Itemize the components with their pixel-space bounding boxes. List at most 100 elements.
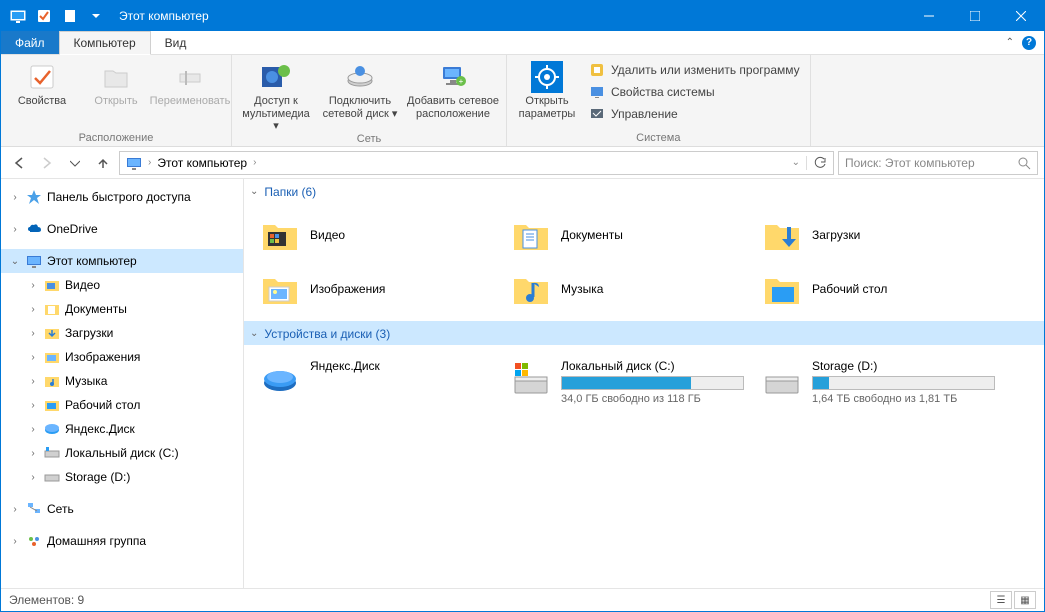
tree-quick-access[interactable]: ›Панель быстрого доступа (1, 185, 243, 209)
music-folder-icon (511, 269, 551, 309)
address-dropdown-icon[interactable]: ⌄ (786, 157, 806, 168)
tab-view[interactable]: Вид (151, 31, 202, 54)
group-header-drives[interactable]: ⌄Устройства и диски (3) (244, 321, 1044, 345)
uninstall-icon (589, 62, 605, 78)
yadisk-icon (43, 420, 61, 438)
tree-onedrive[interactable]: ›OneDrive (1, 217, 243, 241)
maximize-button[interactable] (952, 1, 998, 31)
titlebar: Этот компьютер (1, 1, 1044, 31)
folder-video[interactable]: Видео (254, 211, 499, 259)
address-crumb[interactable]: Этот компьютер (151, 156, 253, 170)
window-title: Этот компьютер (113, 9, 209, 23)
star-icon (25, 188, 43, 206)
media-icon (260, 61, 292, 93)
nav-recent-button[interactable] (63, 151, 87, 175)
content-pane: ⌄Папки (6) Видео Документы Загрузки Изоб… (244, 179, 1044, 588)
network-icon (25, 500, 43, 518)
media-access-button[interactable]: Доступ к мультимедиа ▾ (238, 57, 314, 133)
folder-documents[interactable]: Документы (505, 211, 750, 259)
manage-button[interactable]: Управление (585, 103, 804, 125)
add-network-button[interactable]: + Добавить сетевое расположение (406, 57, 500, 120)
nav-forward-button (35, 151, 59, 175)
drive-d-icon (762, 359, 802, 399)
uninstall-button[interactable]: Удалить или изменить программу (585, 59, 804, 81)
folder-pictures[interactable]: Изображения (254, 265, 499, 313)
tree-desktop[interactable]: ›Рабочий стол (1, 393, 243, 417)
address-row: › Этот компьютер › ⌄ Поиск: Этот компьют… (1, 147, 1044, 179)
pictures-folder-icon (43, 348, 61, 366)
documents-folder-icon (43, 300, 61, 318)
tree-downloads[interactable]: ›Загрузки (1, 321, 243, 345)
drive-yadisk[interactable]: Яндекс.Диск (254, 353, 499, 411)
downloads-folder-icon (43, 324, 61, 342)
open-settings-button[interactable]: Открыть параметры (513, 57, 581, 120)
downloads-folder-icon (762, 215, 802, 255)
group-network-label: Сеть (238, 133, 500, 147)
minimize-button[interactable] (906, 1, 952, 31)
status-item-count: Элементов: 9 (9, 593, 84, 607)
status-bar: Элементов: 9 ☰ ▦ (1, 588, 1044, 611)
uninstall-label: Удалить или изменить программу (611, 63, 800, 77)
tree-drive-c[interactable]: ›Локальный диск (C:) (1, 441, 243, 465)
pictures-folder-icon (260, 269, 300, 309)
file-menu[interactable]: Файл (1, 31, 59, 54)
video-folder-icon (260, 215, 300, 255)
tree-this-pc[interactable]: ⌄Этот компьютер (1, 249, 243, 273)
tab-computer[interactable]: Компьютер (59, 31, 151, 55)
view-details-button[interactable]: ☰ (990, 591, 1012, 609)
address-bar[interactable]: › Этот компьютер › ⌄ (119, 151, 834, 175)
tree-drive-d[interactable]: ›Storage (D:) (1, 465, 243, 489)
help-icon[interactable]: ? (1022, 36, 1036, 50)
add-network-label: Добавить сетевое расположение (406, 95, 500, 120)
sys-props-button[interactable]: Свойства системы (585, 81, 804, 103)
folder-desktop[interactable]: Рабочий стол (756, 265, 1001, 313)
map-drive-button[interactable]: Подключить сетевой диск ▾ (318, 57, 402, 120)
tree-network[interactable]: ›Сеть (1, 497, 243, 521)
ribbon: Свойства Открыть Переименовать Расположе… (1, 55, 1044, 147)
tree-documents[interactable]: ›Документы (1, 297, 243, 321)
open-label: Открыть (94, 95, 137, 108)
nav-up-button[interactable] (91, 151, 115, 175)
drive-icon (43, 444, 61, 462)
qat-new-icon[interactable] (59, 5, 81, 27)
menubar: Файл Компьютер Вид ⌃ ? (1, 31, 1044, 55)
properties-button[interactable]: Свойства (7, 57, 77, 108)
tree-pictures[interactable]: ›Изображения (1, 345, 243, 369)
group-header-folders[interactable]: ⌄Папки (6) (244, 179, 1044, 203)
sys-props-label: Свойства системы (611, 85, 715, 99)
navigation-tree: ›Панель быстрого доступа ›OneDrive ⌄Этот… (1, 179, 244, 588)
add-network-icon: + (437, 61, 469, 93)
drive-c-usage-bar (561, 376, 744, 390)
open-icon (100, 61, 132, 93)
ribbon-collapse-icon[interactable]: ⌃ (1006, 37, 1014, 48)
folder-downloads[interactable]: Загрузки (756, 211, 1001, 259)
close-button[interactable] (998, 1, 1044, 31)
drive-d[interactable]: Storage (D:) 1,64 ТБ свободно из 1,81 ТБ (756, 353, 1001, 411)
qat-properties-icon[interactable] (33, 5, 55, 27)
video-folder-icon (43, 276, 61, 294)
app-icon (7, 5, 29, 27)
drive-c[interactable]: Локальный диск (C:) 34,0 ГБ свободно из … (505, 353, 750, 411)
group-location-label: Расположение (7, 132, 225, 146)
tree-music[interactable]: ›Музыка (1, 369, 243, 393)
yadisk-icon (260, 359, 300, 399)
view-tiles-button[interactable]: ▦ (1014, 591, 1036, 609)
music-folder-icon (43, 372, 61, 390)
media-label: Доступ к мультимедиа ▾ (238, 95, 314, 133)
homegroup-icon (25, 532, 43, 550)
tree-video[interactable]: ›Видео (1, 273, 243, 297)
settings-label: Открыть параметры (513, 95, 581, 120)
qat-dropdown-icon[interactable] (85, 5, 107, 27)
search-input[interactable]: Поиск: Этот компьютер (838, 151, 1038, 175)
search-icon (1017, 156, 1031, 170)
tree-yadisk[interactable]: ›Яндекс.Диск (1, 417, 243, 441)
rename-label: Переименовать (150, 95, 231, 108)
map-drive-icon (344, 61, 376, 93)
open-button: Открыть (81, 57, 151, 108)
rename-button: Переименовать (155, 57, 225, 108)
refresh-button[interactable] (806, 156, 833, 170)
properties-label: Свойства (18, 95, 66, 108)
tree-homegroup[interactable]: ›Домашняя группа (1, 529, 243, 553)
nav-back-button[interactable] (7, 151, 31, 175)
folder-music[interactable]: Музыка (505, 265, 750, 313)
